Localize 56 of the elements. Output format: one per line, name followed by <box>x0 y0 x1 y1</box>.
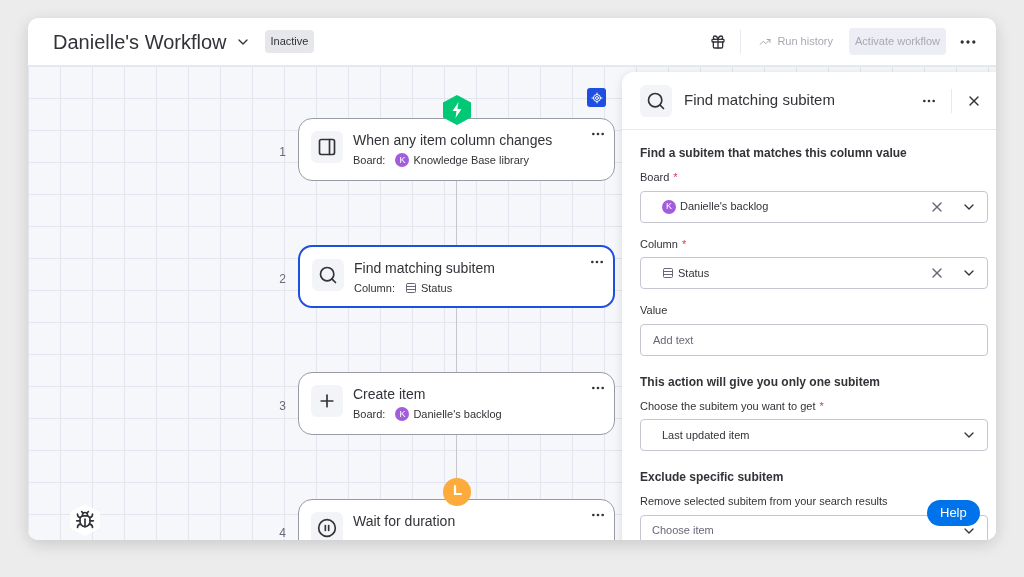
step-title: Find matching subitem <box>354 259 496 277</box>
step-number: 3 <box>278 398 286 415</box>
field-label: Choose the subitem you want to get <box>640 398 816 414</box>
board-avatar: K <box>662 199 676 214</box>
required-mark: * <box>681 236 687 252</box>
workflow-title: Danielle's Workflow <box>53 29 227 55</box>
clock-icon <box>442 478 471 506</box>
select-placeholder: Choose item <box>652 523 714 539</box>
step-field-value: Danielle's backlog <box>413 407 502 422</box>
pause-icon <box>317 518 337 538</box>
board-avatar: K <box>395 153 410 168</box>
step-field-label: Column: <box>354 281 395 296</box>
step-field-label: Board: <box>353 407 386 422</box>
search-icon <box>318 265 338 285</box>
section-heading: This action will give you only one subitem <box>640 373 882 391</box>
column-icon <box>404 282 417 295</box>
select-field[interactable]: K Danielle's backlog <box>640 190 988 223</box>
select-field[interactable]: Status <box>640 257 988 289</box>
locate-icon <box>590 91 603 104</box>
select-value: Last updated item <box>662 427 750 443</box>
board-avatar: K <box>395 407 410 422</box>
panel-title: Find matching subitem <box>684 90 835 111</box>
lightning-hexagon-icon <box>442 95 471 125</box>
gift-icon[interactable] <box>710 33 727 50</box>
column-icon <box>662 267 674 279</box>
status-badge: Inactive <box>264 30 315 53</box>
step-number: 2 <box>278 271 286 288</box>
select-value: Danielle's backlog <box>680 199 769 215</box>
step-title: Wait for duration <box>353 512 457 530</box>
locate-button[interactable] <box>587 88 606 107</box>
step-number: 4 <box>278 525 286 540</box>
step-title: When any item column changes <box>353 131 554 149</box>
panel-icon <box>317 137 337 157</box>
step-field-value: Knowledge Base library <box>413 153 529 168</box>
section-heading: Exclude specific subitem <box>640 469 785 486</box>
step-title: Create item <box>353 385 427 403</box>
search-icon <box>646 90 666 111</box>
required-mark: * <box>673 170 678 185</box>
step-field-label: Board: <box>353 153 386 168</box>
field-label: Value <box>640 303 668 318</box>
step-number: 1 <box>278 144 286 161</box>
select-value: Status <box>678 265 710 281</box>
help-button[interactable]: Help <box>927 500 980 526</box>
step-card[interactable]: Find matching subitem Column: Status <box>298 245 615 308</box>
step-card[interactable]: Wait for duration <box>298 499 615 540</box>
step-card[interactable]: Create item Board: K Danielle's backlog <box>298 372 615 435</box>
field-label: Board <box>640 170 670 185</box>
required-mark: * <box>819 398 824 414</box>
bug-icon <box>75 510 95 530</box>
value-input-field[interactable]: Add text <box>640 323 988 356</box>
select-field[interactable]: Last updated item <box>640 419 988 451</box>
step-card[interactable]: When any item column changes Board: K Knowledge Base library <box>298 118 615 181</box>
field-label: Remove selected subitem from your search results <box>640 494 888 509</box>
field-label: Column <box>640 236 678 252</box>
step-field-value: Status <box>420 281 453 296</box>
section-heading: Find a subitem that matches this column value <box>640 145 908 162</box>
